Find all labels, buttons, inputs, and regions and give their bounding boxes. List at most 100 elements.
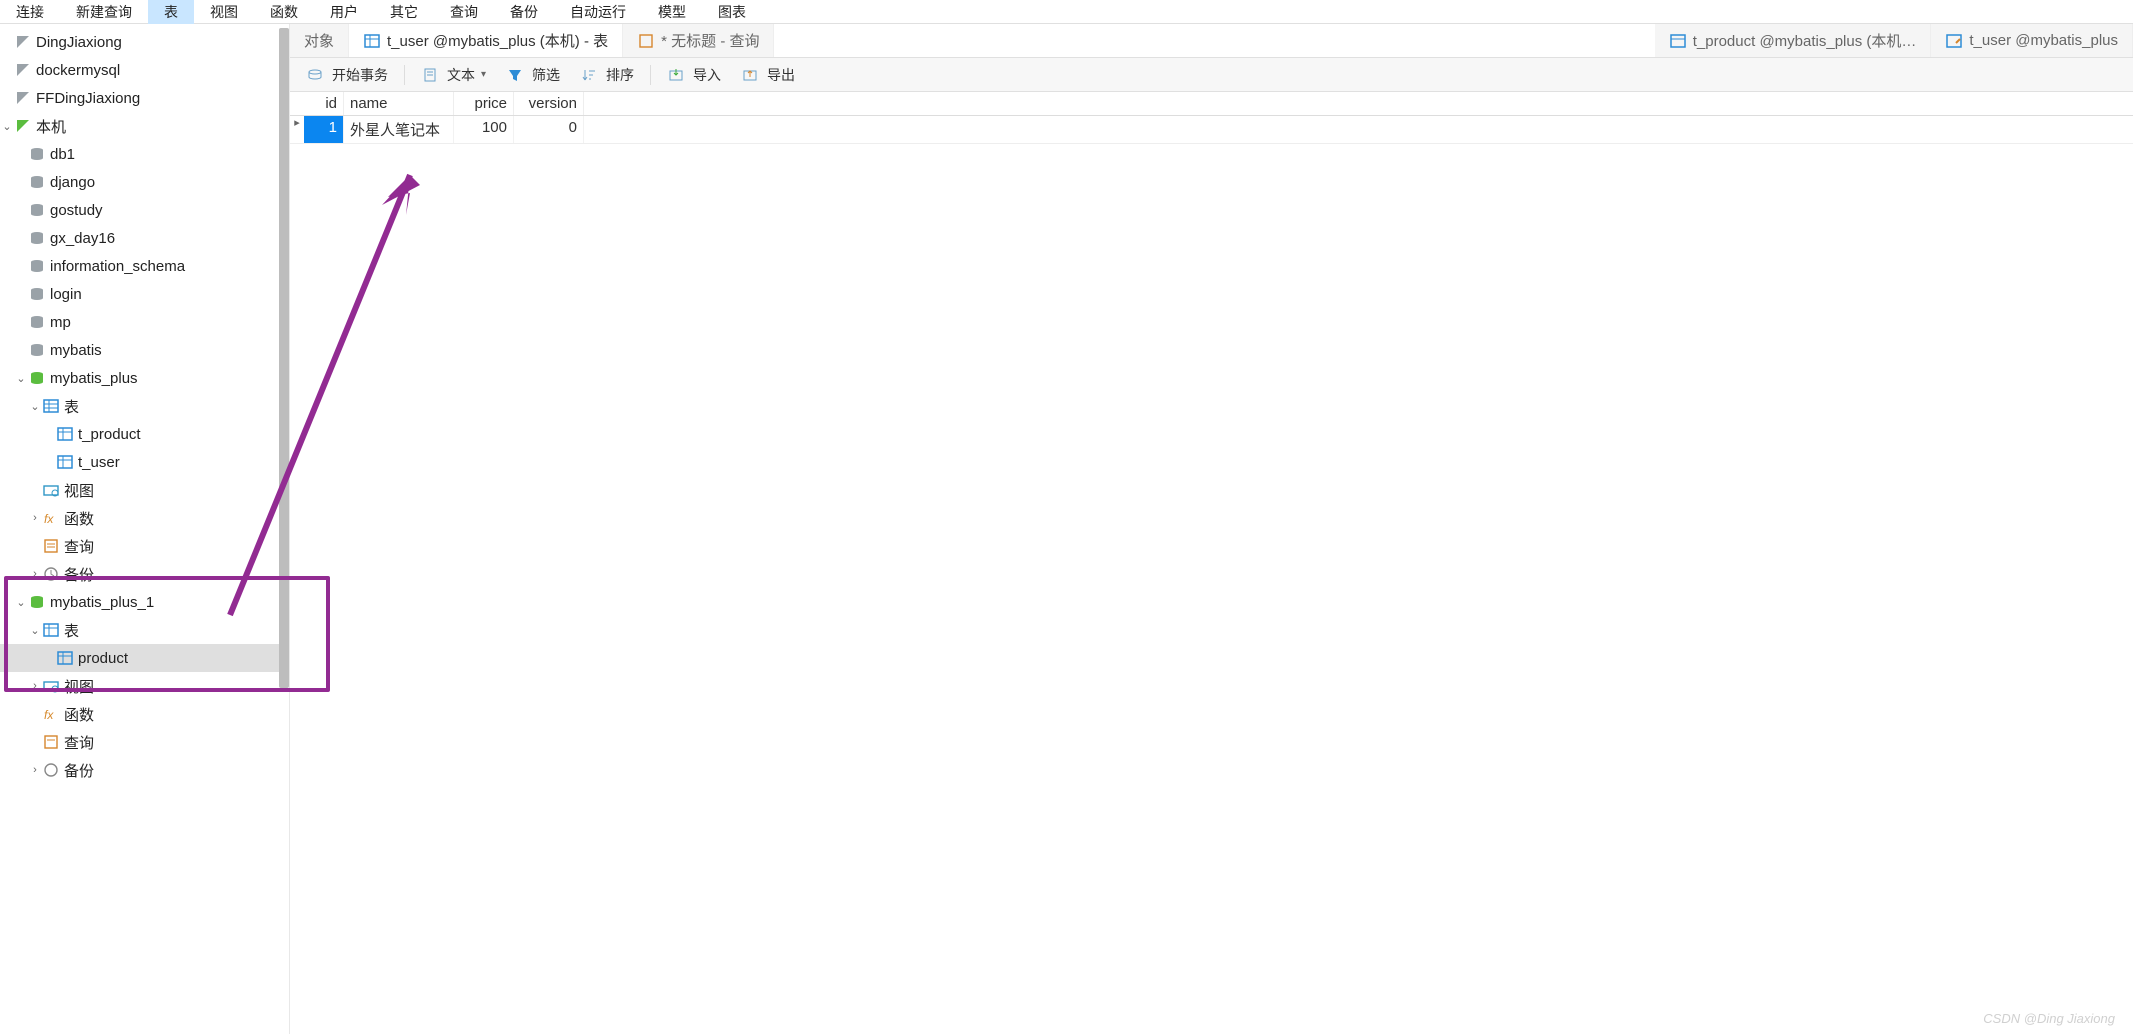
expander-icon[interactable]: › [28,680,42,692]
scrollbar-thumb[interactable] [279,28,289,688]
col-price[interactable]: price [454,92,514,115]
menu-view[interactable]: 视图 [194,0,254,24]
database-item[interactable]: db1 [0,140,289,168]
menu-query[interactable]: 查询 [434,0,494,24]
database-item-expanded[interactable]: ⌄ mybatis_plus [0,364,289,392]
tab-objects[interactable]: 对象 [290,24,349,57]
import-button[interactable]: 导入 [659,63,729,87]
connection-label: 本机 [36,116,66,137]
connection-label: dockermysql [36,62,120,79]
tab-untitled-query[interactable]: * 无标题 - 查询 [623,24,774,57]
folder-label: 查询 [64,732,94,753]
database-icon [28,201,46,219]
col-id[interactable]: id [304,92,344,115]
col-version[interactable]: version [514,92,584,115]
queries-folder[interactable]: 查询 [0,532,289,560]
database-item[interactable]: mybatis [0,336,289,364]
database-item[interactable]: django [0,168,289,196]
database-item[interactable]: login [0,280,289,308]
filter-button[interactable]: 筛选 [498,63,568,87]
import-icon [667,66,685,84]
sort-button[interactable]: 排序 [572,63,642,87]
query-icon [637,32,655,50]
backups-folder[interactable]: ›备份 [0,560,289,588]
menu-new-query[interactable]: 新建查询 [60,0,148,24]
tab-tproduct[interactable]: t_product @mybatis_plus (本机… [1655,24,1932,57]
menu-table[interactable]: 表 [148,0,194,24]
connection-tree[interactable]: DingJiaxiong dockermysql FFDingJiaxiong … [0,24,289,788]
connection-item[interactable]: FFDingJiaxiong [0,84,289,112]
expander-icon[interactable]: ⌄ [14,372,28,385]
connection-item[interactable]: DingJiaxiong [0,28,289,56]
database-item[interactable]: mp [0,308,289,336]
export-button[interactable]: 导出 [733,63,803,87]
database-item[interactable]: information_schema [0,252,289,280]
cell-price[interactable]: 100 [454,116,514,143]
expander-icon[interactable]: › [28,512,42,524]
expander-icon[interactable]: › [28,764,42,776]
text-button[interactable]: 文本▾ [413,63,494,87]
button-label: 开始事务 [332,65,388,85]
button-label: 导入 [693,65,721,85]
menu-function[interactable]: 函数 [254,0,314,24]
cell-name[interactable]: 外星人笔记本 [344,116,454,143]
folder-label: 视图 [64,676,94,697]
database-icon [28,285,46,303]
table-icon [56,425,74,443]
expander-icon[interactable]: › [28,568,42,580]
button-label: 排序 [606,65,634,85]
database-label: information_schema [50,258,185,275]
menu-backup[interactable]: 备份 [494,0,554,24]
table-label: product [78,650,128,667]
tables-folder[interactable]: ⌄ 表 [0,392,289,420]
expander-icon[interactable]: ⌄ [28,624,42,637]
functions-folder[interactable]: ›fx函数 [0,504,289,532]
database-label: mp [50,314,71,331]
backups-folder[interactable]: ›备份 [0,756,289,784]
begin-transaction-button[interactable]: 开始事务 [298,63,396,87]
menu-other[interactable]: 其它 [374,0,434,24]
folder-label: 函数 [64,704,94,725]
sort-icon [580,66,598,84]
expander-icon[interactable]: ⌄ [14,596,28,609]
views-folder[interactable]: 视图 [0,476,289,504]
menu-model[interactable]: 模型 [642,0,702,24]
expander-icon[interactable]: ⌄ [28,400,42,413]
filter-icon [506,66,524,84]
database-label: mybatis [50,342,102,359]
tables-folder[interactable]: ⌄ 表 [0,616,289,644]
queries-folder[interactable]: 查询 [0,728,289,756]
text-icon [421,66,439,84]
data-grid[interactable]: id name price version ▸ 1 外星人笔记本 100 0 [290,92,2133,144]
functions-folder[interactable]: fx 函数 [0,700,289,728]
table-item[interactable]: t_product [0,420,289,448]
menu-connections[interactable]: 连接 [0,0,60,24]
svg-text:fx: fx [44,708,54,722]
cell-version[interactable]: 0 [514,116,584,143]
views-icon [42,677,60,695]
folder-label: 表 [64,396,79,417]
views-folder[interactable]: › 视图 [0,672,289,700]
database-item[interactable]: gx_day16 [0,224,289,252]
function-icon: fx [42,705,60,723]
database-item-expanded[interactable]: ⌄ mybatis_plus_1 [0,588,289,616]
tab-tuser[interactable]: t_user @mybatis_plus (本机) - 表 [349,24,623,57]
database-label: mybatis_plus [50,370,138,387]
grid-row[interactable]: ▸ 1 外星人笔记本 100 0 [290,116,2133,144]
cell-id[interactable]: 1 [304,116,344,143]
database-item[interactable]: gostudy [0,196,289,224]
menu-autorun[interactable]: 自动运行 [554,0,642,24]
database-label: gostudy [50,202,103,219]
table-item-selected[interactable]: product [0,644,289,672]
menu-chart[interactable]: 图表 [702,0,762,24]
connection-item-active[interactable]: ⌄ 本机 [0,112,289,140]
menu-user[interactable]: 用户 [314,0,374,24]
tab-tuser2[interactable]: t_user @mybatis_plus [1931,24,2133,57]
table-item[interactable]: t_user [0,448,289,476]
col-name[interactable]: name [344,92,454,115]
menu-bar: 连接 新建查询 表 视图 函数 用户 其它 查询 备份 自动运行 模型 图表 [0,0,2133,24]
expander-icon[interactable]: ⌄ [0,120,14,133]
database-icon [28,145,46,163]
connection-item[interactable]: dockermysql [0,56,289,84]
content-area: 对象 t_user @mybatis_plus (本机) - 表 * 无标题 -… [290,24,2133,1034]
